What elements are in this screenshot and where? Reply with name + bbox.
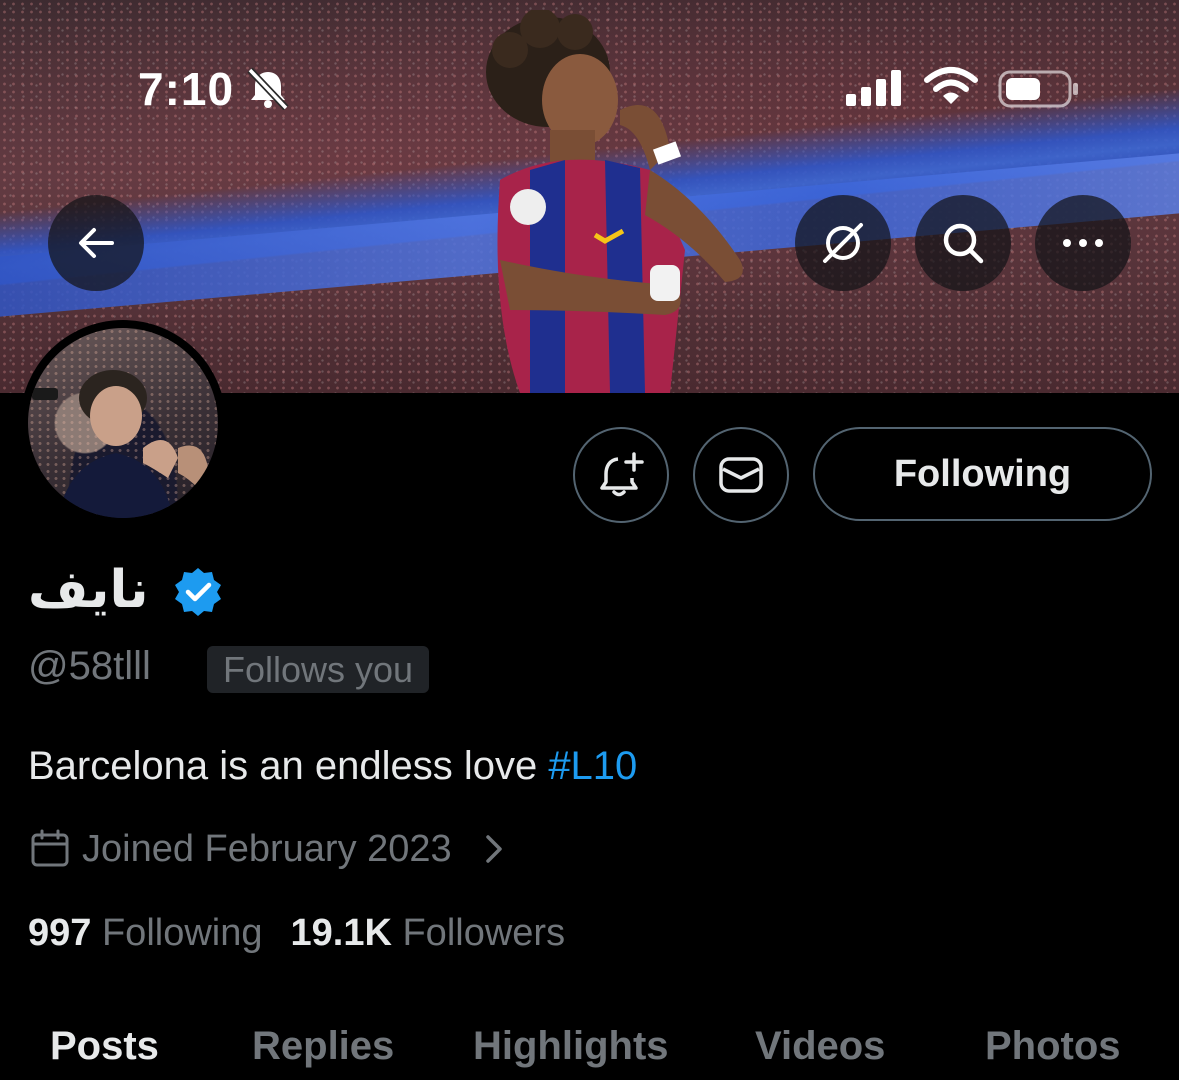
bio: Barcelona is an endless love #L10 — [28, 744, 637, 789]
joined-date[interactable]: Joined February 2023 — [82, 828, 452, 871]
following-button-label: Following — [893, 452, 1072, 495]
calendar-icon — [31, 829, 69, 867]
grok-button[interactable] — [795, 195, 891, 291]
avatar-figure — [32, 370, 208, 518]
chevron-right-icon[interactable] — [480, 832, 508, 866]
banner-player-figure — [486, 10, 743, 393]
display-name: نايف — [28, 561, 149, 619]
tab-videos[interactable]: Videos — [755, 1024, 885, 1069]
avatar-image — [28, 328, 218, 518]
bio-text: Barcelona is an endless love — [28, 744, 549, 788]
followers-link[interactable]: 19.1K Followers — [291, 912, 566, 954]
search-button[interactable] — [915, 195, 1011, 291]
bell-slash-icon — [247, 67, 289, 110]
handle: @58tlll — [28, 644, 151, 688]
status-time: 7:10 — [138, 63, 235, 115]
wifi-icon — [924, 67, 978, 104]
bio-hashtag-link[interactable]: #L10 — [548, 744, 637, 788]
back-arrow-icon — [79, 228, 114, 258]
envelope-icon — [719, 457, 763, 493]
cellular-signal-icon — [846, 70, 901, 106]
tab-photos[interactable]: Photos — [985, 1024, 1121, 1069]
following-link[interactable]: 997 Following — [28, 912, 263, 954]
following-label: Following — [101, 912, 263, 954]
notify-button[interactable] — [573, 427, 669, 523]
verified-badge-icon[interactable] — [172, 566, 224, 618]
follow-stats: 997 Following 19.1K Followers — [28, 912, 565, 955]
tab-replies[interactable]: Replies — [252, 1024, 394, 1069]
profile-tabs: Posts Replies Highlights Videos Photos — [0, 1020, 1179, 1080]
tab-highlights[interactable]: Highlights — [473, 1024, 669, 1069]
following-count: 997 — [28, 912, 92, 954]
followers-count: 19.1K — [290, 912, 392, 954]
grok-icon — [823, 223, 863, 263]
battery-icon — [998, 70, 1078, 108]
follows-you-badge: Follows you — [207, 646, 430, 693]
followers-label: Followers — [402, 912, 566, 954]
avatar[interactable] — [20, 320, 226, 526]
more-button[interactable] — [1035, 195, 1131, 291]
message-button[interactable] — [693, 427, 789, 523]
tab-posts[interactable]: Posts — [50, 1024, 159, 1069]
back-button[interactable] — [48, 195, 144, 291]
more-icon — [1063, 239, 1103, 247]
following-button[interactable]: Following — [813, 427, 1152, 521]
search-icon — [943, 223, 984, 264]
bell-plus-icon — [600, 452, 644, 497]
